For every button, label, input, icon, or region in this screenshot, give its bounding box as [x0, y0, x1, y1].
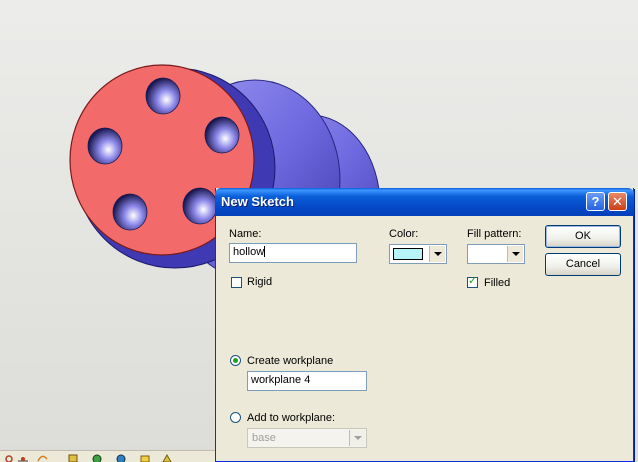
ok-button[interactable]: OK [545, 225, 621, 248]
filled-label: Filled [484, 277, 511, 289]
tool-icon-4[interactable] [68, 453, 78, 462]
tool-icon-7[interactable] [140, 453, 150, 462]
name-input-value: hollow [233, 246, 265, 258]
fill-pattern-dropdown[interactable] [467, 244, 525, 264]
chevron-down-icon[interactable] [429, 246, 445, 262]
filled-checkbox[interactable]: ✓ [467, 275, 478, 288]
color-dropdown[interactable] [389, 244, 447, 264]
close-button[interactable]: ✕ [608, 192, 627, 211]
add-to-workplane-dropdown[interactable]: base [247, 428, 367, 448]
checkmark-icon: ✓ [468, 275, 478, 287]
tool-icon-6[interactable] [116, 453, 126, 462]
help-button[interactable]: ? [586, 192, 605, 211]
name-input[interactable]: hollow [229, 243, 357, 263]
name-label: Name: [229, 228, 262, 240]
radio-selected-dot [233, 358, 238, 363]
cancel-button[interactable]: Cancel [545, 253, 621, 276]
dialog-titlebar[interactable]: New Sketch ? ✕ [215, 188, 634, 216]
create-workplane-label: Create workplane [247, 355, 334, 367]
tool-icon-2[interactable] [18, 453, 28, 462]
color-swatch [393, 248, 423, 260]
text-caret [264, 246, 266, 257]
create-workplane-value: workplane 4 [251, 374, 311, 386]
fill-pattern-label: Fill pattern: [467, 228, 522, 240]
tool-icon-5[interactable] [92, 453, 102, 462]
add-to-workplane-value: base [252, 432, 276, 444]
chevron-down-icon[interactable] [507, 246, 523, 262]
add-to-workplane-radio[interactable] [230, 412, 241, 423]
cad-viewport[interactable]: New Sketch ? ✕ Name: hollow Color: Fill … [0, 0, 638, 462]
close-icon: ✕ [612, 194, 623, 209]
bottom-toolbar [0, 450, 215, 462]
tool-icon-1[interactable] [4, 453, 14, 462]
create-workplane-input[interactable]: workplane 4 [247, 371, 367, 391]
create-workplane-radio[interactable] [230, 355, 241, 366]
new-sketch-dialog: New Sketch ? ✕ Name: hollow Color: Fill … [215, 188, 634, 462]
rigid-label: Rigid [247, 276, 273, 288]
rigid-checkbox[interactable] [231, 277, 242, 288]
help-icon: ? [591, 194, 600, 209]
color-label: Color: [389, 228, 419, 240]
add-to-workplane-label: Add to workplane: [247, 412, 336, 424]
tool-icon-3[interactable] [36, 453, 48, 462]
tool-icon-8[interactable] [162, 453, 172, 462]
chevron-down-icon[interactable] [349, 430, 365, 446]
dialog-title: New Sketch [221, 194, 294, 209]
